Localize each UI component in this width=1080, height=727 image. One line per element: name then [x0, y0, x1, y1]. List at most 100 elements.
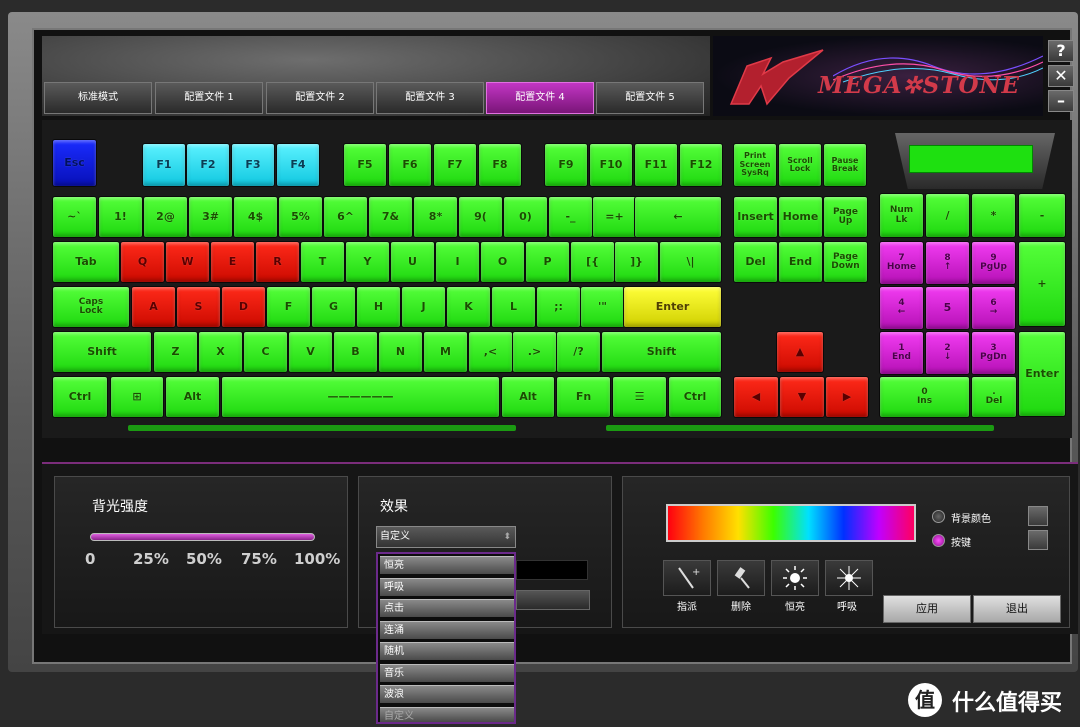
radio-key-color[interactable] — [932, 534, 945, 547]
key-k0[interactable]: 0) — [503, 196, 548, 238]
key-k9[interactable]: 9( — [458, 196, 503, 238]
key-lctrl[interactable]: Ctrl — [52, 376, 108, 418]
key-k1[interactable]: 1! — [98, 196, 143, 238]
steady-tool-button[interactable] — [771, 560, 819, 596]
key-k3[interactable]: 3# — [188, 196, 233, 238]
key-f11[interactable]: F11 — [634, 143, 678, 187]
key-comma[interactable]: ,< — [468, 331, 513, 373]
key-k4[interactable]: 4$ — [233, 196, 278, 238]
key-backslash[interactable]: \| — [659, 241, 722, 283]
key-lalt[interactable]: Alt — [165, 376, 220, 418]
key-lshift[interactable]: Shift — [52, 331, 152, 373]
key-backspace[interactable]: ← — [634, 196, 722, 238]
key-k2[interactable]: 2@ — [143, 196, 188, 238]
key-fn[interactable]: Fn — [556, 376, 611, 418]
tab-standard-mode[interactable]: 标准模式 — [44, 82, 152, 114]
key-k6[interactable]: 6^ — [323, 196, 368, 238]
key-equal[interactable]: =+ — [592, 196, 637, 238]
effect-option-music[interactable]: 音乐 — [380, 664, 514, 682]
key-cc[interactable]: C — [243, 331, 288, 373]
key-enter[interactable]: Enter — [623, 286, 722, 328]
tab-profile-5[interactable]: 配置文件 5 — [596, 82, 704, 114]
key-period[interactable]: .> — [512, 331, 557, 373]
key-prtsc[interactable]: Print Screen SysRq — [733, 143, 777, 187]
key-m[interactable]: M — [423, 331, 468, 373]
key-f9[interactable]: F9 — [544, 143, 588, 187]
effect-option-random[interactable]: 随机 — [380, 642, 514, 660]
key-g[interactable]: G — [311, 286, 356, 328]
effect-option-ripple[interactable]: 连涌 — [380, 621, 514, 639]
key-f2[interactable]: F2 — [186, 143, 230, 187]
key-quote[interactable]: '" — [580, 286, 625, 328]
tab-profile-3[interactable]: 配置文件 3 — [376, 82, 484, 114]
key-slash[interactable]: /? — [556, 331, 601, 373]
effect-select[interactable]: 自定义 ⬍ — [376, 526, 516, 548]
key-num3[interactable]: 3 PgDn — [971, 331, 1016, 375]
key-f8[interactable]: F8 — [478, 143, 522, 187]
key-num6[interactable]: 6 → — [971, 286, 1016, 330]
key-f[interactable]: F — [266, 286, 311, 328]
key-q[interactable]: Q — [120, 241, 165, 283]
exit-button[interactable]: 退出 — [973, 595, 1061, 623]
key-k8[interactable]: 8* — [413, 196, 458, 238]
backlight-slider[interactable] — [90, 533, 315, 541]
key-f4[interactable]: F4 — [276, 143, 320, 187]
key-numenter[interactable]: Enter — [1018, 331, 1066, 417]
background-color-swatch[interactable] — [1028, 506, 1048, 526]
key-numdot[interactable]: . Del — [971, 376, 1017, 418]
key-minus[interactable]: -_ — [548, 196, 593, 238]
key-lbracket[interactable]: [{ — [570, 241, 615, 283]
key-bb[interactable]: B — [333, 331, 378, 373]
key-home[interactable]: Home — [778, 196, 823, 238]
key-end[interactable]: End — [778, 241, 823, 283]
key-num8[interactable]: 8 ↑ — [925, 241, 970, 285]
close-button[interactable]: ✕ — [1048, 65, 1074, 87]
key-f5[interactable]: F5 — [343, 143, 387, 187]
key-k7[interactable]: 7& — [368, 196, 413, 238]
key-f7[interactable]: F7 — [433, 143, 477, 187]
key-v[interactable]: V — [288, 331, 333, 373]
key-ralt[interactable]: Alt — [501, 376, 555, 418]
key-pgup[interactable]: Page Up — [823, 196, 868, 238]
key-numadd[interactable]: + — [1018, 241, 1066, 327]
effect-option-wave[interactable]: 波浪 — [380, 685, 514, 703]
key-p[interactable]: P — [525, 241, 570, 283]
breathe-tool-button[interactable] — [825, 560, 873, 596]
key-f3[interactable]: F3 — [231, 143, 275, 187]
key-num9[interactable]: 9 PgUp — [971, 241, 1016, 285]
key-esc[interactable]: Esc — [52, 139, 97, 187]
key-num5[interactable]: 5 — [925, 286, 970, 330]
key-w[interactable]: W — [165, 241, 210, 283]
key-i[interactable]: I — [435, 241, 480, 283]
effect-option-click[interactable]: 点击 — [380, 599, 514, 617]
key-space[interactable]: —————— — [221, 376, 500, 418]
key-up[interactable]: ▲ — [776, 331, 824, 373]
effect-option-breathe[interactable]: 呼吸 — [380, 578, 514, 596]
key-caps[interactable]: Caps Lock — [52, 286, 130, 328]
key-nummul[interactable]: * — [971, 193, 1016, 238]
key-num7[interactable]: 7 Home — [879, 241, 924, 285]
key-num4[interactable]: 4 ← — [879, 286, 924, 330]
key-num0[interactable]: 0 Ins — [879, 376, 970, 418]
key-tab[interactable]: Tab — [52, 241, 120, 283]
key-num1[interactable]: 1 End — [879, 331, 924, 375]
tab-profile-4[interactable]: 配置文件 4 — [486, 82, 594, 114]
key-a[interactable]: A — [131, 286, 176, 328]
key-z[interactable]: Z — [153, 331, 198, 373]
key-k[interactable]: K — [446, 286, 491, 328]
key-win[interactable]: ⊞ — [110, 376, 164, 418]
key-pgdn[interactable]: Page Down — [823, 241, 868, 283]
key-n[interactable]: N — [378, 331, 423, 373]
key-left[interactable]: ◀ — [733, 376, 779, 418]
key-h[interactable]: H — [356, 286, 401, 328]
key-down[interactable]: ▼ — [779, 376, 825, 418]
effect-speed-select[interactable] — [516, 590, 590, 610]
key-insert[interactable]: Insert — [733, 196, 778, 238]
key-right[interactable]: ▶ — [825, 376, 869, 418]
key-u[interactable]: U — [390, 241, 435, 283]
key-rctrl[interactable]: Ctrl — [668, 376, 722, 418]
key-color-swatch[interactable] — [1028, 530, 1048, 550]
effect-option-steady[interactable]: 恒亮 — [380, 556, 514, 574]
key-num2[interactable]: 2 ↓ — [925, 331, 970, 375]
key-e[interactable]: E — [210, 241, 255, 283]
